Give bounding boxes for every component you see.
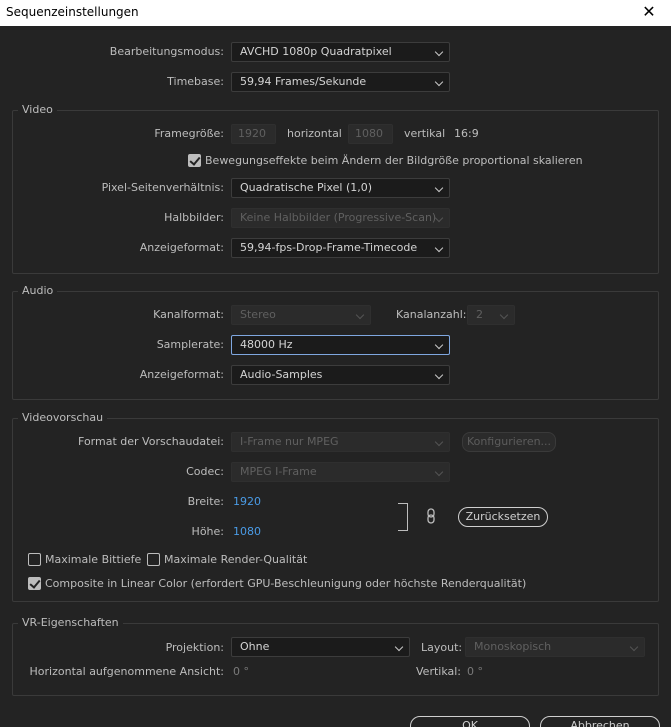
fields-value: Keine Halbbilder (Progressive-Scan) — [240, 211, 437, 224]
frame-size-label: Framegröße: — [154, 127, 224, 140]
preview-width-label: Breite: — [187, 495, 224, 508]
frame-width-input[interactable]: 1920 — [231, 124, 276, 144]
vr-group-title: VR-Eigenschaften — [18, 616, 123, 629]
codec-select: MPEG I-Frame — [231, 462, 450, 482]
fields-select: Keine Halbbilder (Progressive-Scan) — [231, 208, 450, 228]
channel-format-value: Stereo — [240, 308, 276, 321]
video-display-format-select[interactable]: 59,94-fps-Drop-Frame-Timecode — [231, 238, 450, 258]
chevron-down-icon — [434, 467, 444, 477]
chevron-down-icon — [434, 47, 444, 57]
pixel-aspect-value: Quadratische Pixel (1,0) — [240, 181, 373, 194]
sample-rate-label: Samplerate: — [156, 338, 224, 351]
audio-display-format-select[interactable]: Audio-Samples — [231, 365, 450, 385]
channel-count-select: 2 — [467, 305, 515, 325]
timebase-select[interactable]: 59,94 Frames/Sekunde — [231, 72, 450, 92]
audio-display-format-value: Audio-Samples — [240, 368, 323, 381]
fields-label: Halbbilder: — [164, 211, 224, 224]
timebase-label: Timebase: — [167, 75, 224, 88]
layout-select: Monoskopisch — [465, 637, 645, 657]
video-group-title: Video — [18, 103, 57, 116]
preview-format-select: I-Frame nur MPEG — [231, 432, 450, 452]
scale-checkbox[interactable] — [188, 154, 201, 167]
preview-format-label: Format der Vorschaudatei: — [78, 435, 224, 448]
edit-mode-value: AVCHD 1080p Quadratpixel — [240, 45, 392, 58]
window-title: Sequenzeinstellungen — [6, 5, 139, 19]
preview-width-value[interactable]: 1920 — [233, 495, 261, 508]
audio-display-format-label: Anzeigeformat: — [139, 368, 224, 381]
chevron-down-icon — [355, 310, 365, 320]
preview-height-label: Höhe: — [191, 525, 224, 538]
composite-label: Composite in Linear Color (erfordert GPU… — [45, 577, 527, 590]
frame-height-input[interactable]: 1080 — [348, 124, 393, 144]
composite-checkbox[interactable] — [28, 577, 41, 590]
pixel-aspect-select[interactable]: Quadratische Pixel (1,0) — [231, 178, 450, 198]
max-render-label: Maximale Render-Qualität — [164, 553, 308, 566]
cancel-button[interactable]: Abbrechen — [540, 716, 660, 727]
layout-label: Layout: — [421, 641, 463, 654]
reset-button[interactable]: Zurücksetzen — [458, 507, 548, 527]
v-view-label: Vertikal: — [416, 665, 462, 678]
video-display-format-label: Anzeigeformat: — [139, 241, 224, 254]
edit-mode-select[interactable]: AVCHD 1080p Quadratpixel — [231, 42, 450, 62]
h-view-label: Horizontal aufgenommene Ansicht: — [29, 665, 224, 678]
channel-count-value: 2 — [476, 308, 483, 321]
projection-select[interactable]: Ohne — [231, 637, 410, 657]
vertical-label: vertikal — [404, 127, 446, 140]
preview-group-title: Videovorschau — [18, 411, 108, 424]
max-bit-depth-label: Maximale Bittiefe — [45, 553, 142, 566]
preview-height-value[interactable]: 1080 — [233, 525, 261, 538]
edit-mode-label: Bearbeitungsmodus: — [109, 45, 224, 58]
chevron-down-icon — [434, 437, 444, 447]
timebase-value: 59,94 Frames/Sekunde — [240, 75, 367, 88]
link-bracket — [398, 503, 408, 531]
scale-checkbox-label: Bewegungseffekte beim Ändern der Bildgrö… — [205, 154, 583, 167]
link-icon[interactable] — [426, 508, 436, 524]
chevron-down-icon — [434, 243, 444, 253]
projection-value: Ohne — [240, 640, 270, 653]
chevron-down-icon — [434, 340, 444, 350]
aspect-ratio-text: 16:9 — [454, 127, 479, 140]
channel-count-label: Kanalanzahl: — [396, 308, 467, 321]
layout-value: Monoskopisch — [474, 640, 552, 653]
ok-button[interactable]: OK — [410, 716, 530, 727]
configure-button: Konfigurieren... — [462, 432, 556, 452]
audio-group-title: Audio — [18, 284, 58, 297]
projection-label: Projektion: — [165, 641, 224, 654]
v-view-value: 0 ° — [467, 665, 483, 678]
sample-rate-select[interactable]: 48000 Hz — [231, 335, 450, 355]
horizontal-label: horizontal — [287, 127, 342, 140]
channel-format-select: Stereo — [231, 305, 371, 325]
max-bit-depth-checkbox[interactable] — [28, 553, 41, 566]
chevron-down-icon — [434, 77, 444, 87]
chevron-down-icon — [434, 183, 444, 193]
chevron-down-icon — [629, 642, 639, 652]
pixel-aspect-label: Pixel-Seitenverhältnis: — [101, 181, 224, 194]
chevron-down-icon — [499, 310, 509, 320]
sample-rate-value: 48000 Hz — [240, 338, 293, 351]
codec-value: MPEG I-Frame — [240, 465, 317, 478]
close-icon[interactable]: ✕ — [639, 2, 659, 22]
preview-format-value: I-Frame nur MPEG — [240, 435, 339, 448]
video-display-format-value: 59,94-fps-Drop-Frame-Timecode — [240, 241, 418, 254]
chevron-down-icon — [394, 642, 404, 652]
title-bar: Sequenzeinstellungen ✕ — [0, 0, 671, 26]
vr-group — [12, 623, 659, 696]
chevron-down-icon — [434, 370, 444, 380]
h-view-value: 0 ° — [233, 665, 249, 678]
codec-label: Codec: — [186, 465, 224, 478]
max-render-checkbox[interactable] — [147, 553, 160, 566]
channel-format-label: Kanalformat: — [153, 308, 224, 321]
